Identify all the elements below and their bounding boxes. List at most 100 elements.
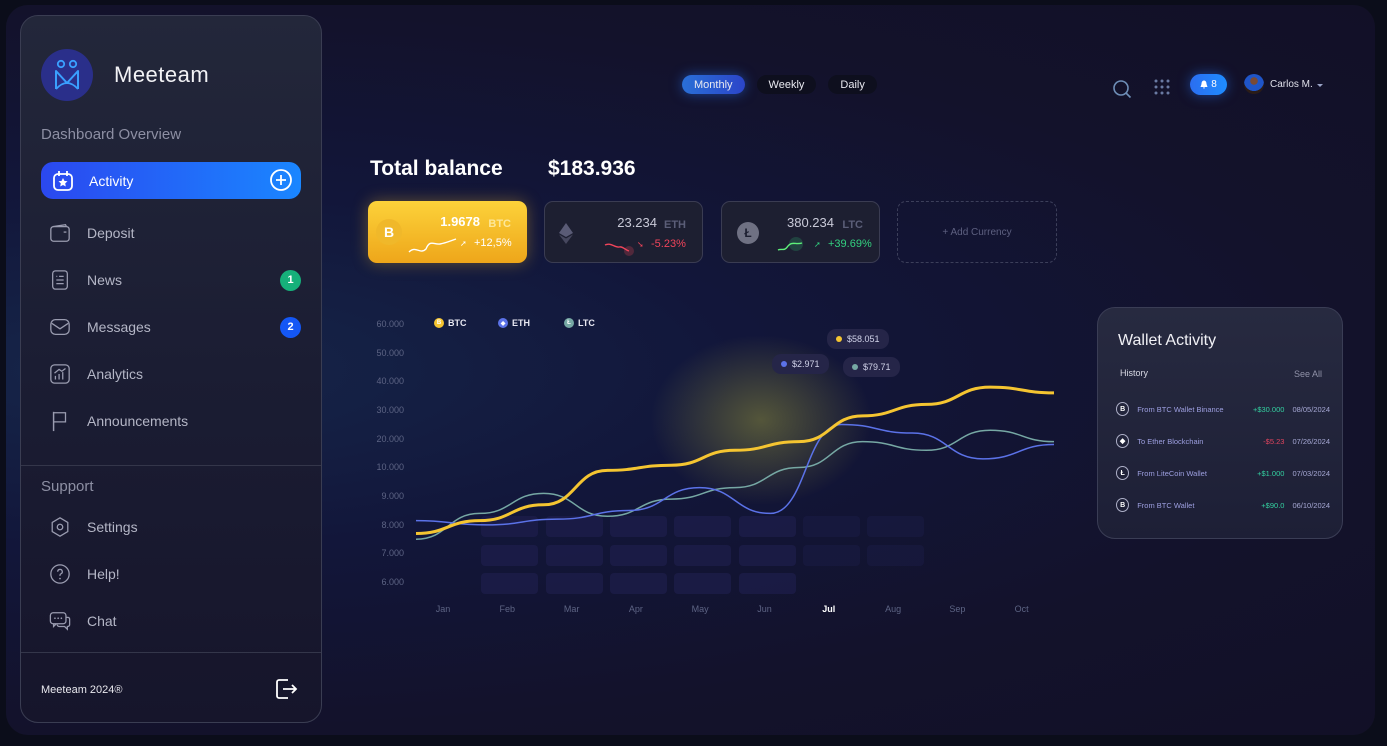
tooltip-eth: $2.971	[772, 354, 829, 374]
card-amount: 23.234	[617, 215, 657, 230]
currency-card-eth[interactable]: 23.234 ETH ➘ -5.23%	[544, 201, 703, 263]
grid-cell	[803, 516, 860, 537]
notifications-button[interactable]: 8	[1190, 74, 1227, 95]
transaction-desc: From LiteCoin Wallet	[1137, 468, 1207, 478]
envelope-icon	[50, 319, 70, 335]
history-label: History	[1120, 368, 1149, 378]
total-balance-value: $183.936	[548, 157, 636, 180]
sidebar-item-label: Messages	[87, 319, 151, 335]
tab-daily[interactable]: Daily	[828, 75, 877, 94]
copyright-text: Meeteam 2024®	[41, 684, 123, 696]
card-symbol: ETH	[664, 219, 686, 231]
card-symbol: LTC	[842, 219, 863, 231]
card-change: +39.69%	[828, 238, 872, 250]
wallet-title: Wallet Activity	[1118, 332, 1217, 349]
sidebar-item-settings[interactable]: Settings	[49, 514, 309, 540]
sidebar: Meeteam Dashboard Overview Activity Depo…	[20, 15, 322, 723]
transaction-row[interactable]: Ł From LiteCoin Wallet +$1.000 07/03/202…	[1116, 464, 1330, 482]
apps-grid-icon[interactable]	[1154, 79, 1170, 95]
tab-weekly[interactable]: Weekly	[756, 75, 817, 94]
transaction-row[interactable]: B From BTC Wallet Binance +$30.000 08/05…	[1116, 400, 1330, 418]
grid-cell	[481, 545, 538, 566]
question-circle-icon	[50, 564, 70, 584]
tooltip-value: $2.971	[792, 359, 820, 369]
flag-icon	[52, 411, 67, 432]
chevron-down-icon[interactable]	[1317, 84, 1323, 87]
notifications-count: 8	[1211, 79, 1217, 90]
app-frame: Meeteam Dashboard Overview Activity Depo…	[6, 5, 1375, 735]
dashboard-overview-heading: Dashboard Overview	[41, 126, 182, 143]
litecoin-icon: Ł	[1116, 466, 1130, 480]
ethereum-icon	[559, 223, 573, 244]
grid-cell	[610, 516, 667, 537]
card-amount: 380.234	[787, 215, 834, 230]
tab-monthly[interactable]: Monthly	[682, 75, 745, 94]
support-heading: Support	[41, 478, 94, 495]
logo-icon	[41, 49, 93, 101]
sidebar-item-label: Help!	[87, 566, 120, 582]
sidebar-item-chat[interactable]: Chat	[49, 608, 309, 634]
grid-cell	[674, 516, 731, 537]
x-tick-label: Sep	[949, 604, 966, 614]
transaction-desc: From BTC Wallet Binance	[1137, 404, 1224, 414]
sidebar-item-messages[interactable]: Messages 2	[49, 314, 309, 340]
grid-cell	[481, 573, 538, 594]
trend-up-icon: ➚	[460, 239, 467, 248]
user-avatar[interactable]	[1244, 74, 1264, 94]
period-tabs: Monthly Weekly Daily	[682, 75, 877, 94]
transaction-desc: From BTC Wallet	[1137, 500, 1195, 510]
logout-icon[interactable]	[273, 676, 299, 702]
x-tick-label: Jul	[822, 604, 836, 614]
sidebar-item-announcements[interactable]: Announcements	[49, 408, 309, 434]
news-count-badge: 1	[280, 269, 301, 291]
sidebar-item-deposit[interactable]: Deposit	[49, 220, 309, 246]
chart-plot	[415, 335, 1055, 594]
brand-name: Meeteam	[114, 62, 210, 87]
grid-cell	[546, 545, 603, 566]
transaction-row[interactable]: B From BTC Wallet +$90.0 06/10/2024	[1116, 496, 1330, 514]
grid-cell	[867, 516, 924, 537]
transaction-row[interactable]: ◆ To Ether Blockchain -$5.23 07/26/2024	[1116, 432, 1330, 450]
x-tick-label: Mar	[563, 604, 580, 614]
sidebar-item-label: Activity	[89, 172, 134, 189]
currency-card-ltc[interactable]: Ł 380.234 LTC ➚ +39.69%	[721, 201, 880, 263]
transaction-date: 07/03/2024	[1292, 468, 1330, 478]
gear-icon	[51, 517, 69, 537]
sidebar-item-news[interactable]: News 1	[49, 267, 309, 293]
wallet-activity-panel: Wallet Activity History See All B From B…	[1097, 307, 1343, 539]
see-all-link[interactable]: See All	[1294, 369, 1322, 379]
tooltip-dot	[852, 364, 858, 370]
sidebar-item-label: Chat	[87, 613, 117, 629]
plus-circle-icon[interactable]	[269, 168, 293, 192]
chart-glow	[651, 335, 871, 505]
transaction-desc: To Ether Blockchain	[1137, 436, 1204, 446]
litecoin-icon: Ł	[737, 222, 759, 244]
transaction-date: 08/05/2024	[1292, 404, 1330, 414]
card-amount: 1.9678	[440, 214, 480, 229]
x-tick-label: Feb	[499, 604, 516, 614]
x-tick-label: May	[691, 604, 709, 614]
grid-cell	[610, 573, 667, 594]
grid-cell	[803, 545, 860, 566]
user-name[interactable]: Carlos M.	[1270, 79, 1313, 90]
card-change: +12,5%	[474, 237, 512, 249]
grid-cell	[546, 573, 603, 594]
document-list-icon	[52, 270, 68, 290]
tooltip-value: $79.71	[863, 362, 891, 372]
grid-cell	[739, 545, 796, 566]
sidebar-item-activity[interactable]: Activity	[41, 162, 301, 199]
transaction-date: 06/10/2024	[1292, 500, 1330, 510]
add-currency-button[interactable]: + Add Currency	[897, 201, 1057, 263]
card-change: -5.23%	[651, 238, 686, 250]
sparkline-eth	[604, 243, 634, 256]
currency-card-btc[interactable]: B 1.9678 BTC ➚ +12,5%	[368, 201, 527, 263]
chat-bubbles-icon	[49, 612, 71, 631]
sidebar-item-label: Deposit	[87, 225, 135, 241]
tooltip-btc: $58.051	[827, 329, 889, 349]
ethereum-icon: ◆	[1116, 434, 1130, 448]
sidebar-item-help[interactable]: Help!	[49, 561, 309, 587]
search-icon[interactable]	[1112, 79, 1132, 99]
sidebar-item-analytics[interactable]: Analytics	[49, 361, 309, 387]
bar-chart-icon	[50, 364, 70, 384]
bitcoin-icon: B	[1116, 402, 1130, 416]
